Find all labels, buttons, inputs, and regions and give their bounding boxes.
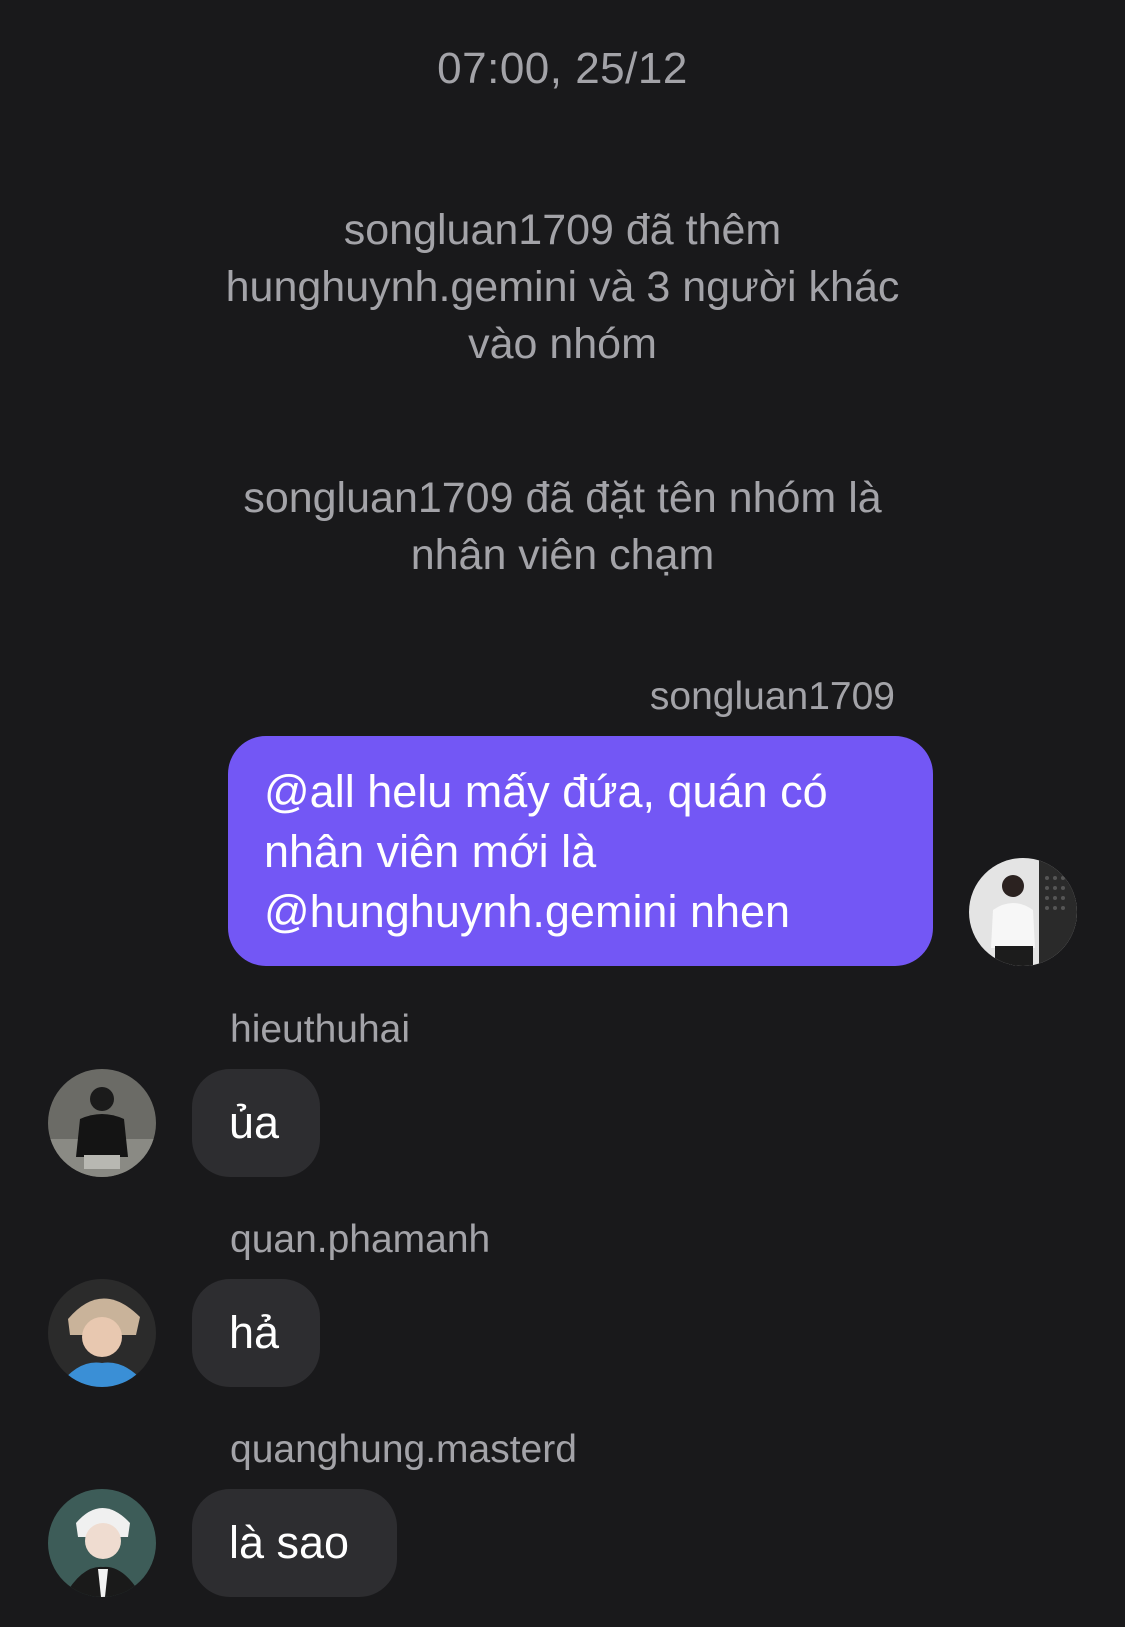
sender-name-hieuthuhai: hieuthuhai xyxy=(230,1008,410,1051)
message-text: hả xyxy=(229,1307,280,1358)
avatar-photo-icon xyxy=(48,1279,156,1387)
message-text-line: nhân viên mới là xyxy=(264,826,597,877)
avatar-quan-phamanh[interactable] xyxy=(48,1279,156,1387)
sender-name-quan-phamanh: quan.phamanh xyxy=(230,1218,491,1261)
system-message-line: vào nhóm xyxy=(468,320,657,368)
avatar-photo-icon xyxy=(48,1489,156,1597)
avatar-photo-icon xyxy=(969,858,1077,966)
sender-name-quanghung-masterd: quanghung.masterd xyxy=(230,1428,577,1471)
system-message-line: hunghuynh.gemini và 3 người khác xyxy=(225,263,900,311)
avatar-photo-icon xyxy=(48,1069,156,1177)
message-text: là sao xyxy=(229,1517,350,1568)
message-text-line: @all helu mấy đứa, quán có xyxy=(264,766,828,817)
system-message-line: nhân viên chạm xyxy=(410,531,715,579)
system-message-line: songluan1709 đã đặt tên nhóm là xyxy=(243,474,882,522)
sender-name-songluan1709: songluan1709 xyxy=(649,675,895,718)
message-bubble-incoming[interactable]: là sao xyxy=(192,1489,397,1597)
avatar-songluan1709[interactable] xyxy=(969,858,1077,966)
conversation-timestamp: 07:00, 25/12 xyxy=(437,44,688,93)
system-message-members-added: songluan1709 đã thêm hunghuynh.gemini và… xyxy=(0,202,1125,373)
message-text: ủa xyxy=(229,1097,280,1148)
message-bubble-outgoing[interactable]: @all helu mấy đứa, quán có nhân viên mới… xyxy=(228,736,933,966)
message-bubble-incoming[interactable]: ủa xyxy=(192,1069,320,1177)
message-bubble-incoming[interactable]: hả xyxy=(192,1279,320,1387)
system-message-line: songluan1709 đã thêm xyxy=(343,206,782,254)
system-message-group-renamed: songluan1709 đã đặt tên nhóm là nhân viê… xyxy=(0,470,1125,584)
avatar-quanghung-masterd[interactable] xyxy=(48,1489,156,1597)
message-text-line: @hunghuynh.gemini nhen xyxy=(264,886,791,937)
avatar-hieuthuhai[interactable] xyxy=(48,1069,156,1177)
